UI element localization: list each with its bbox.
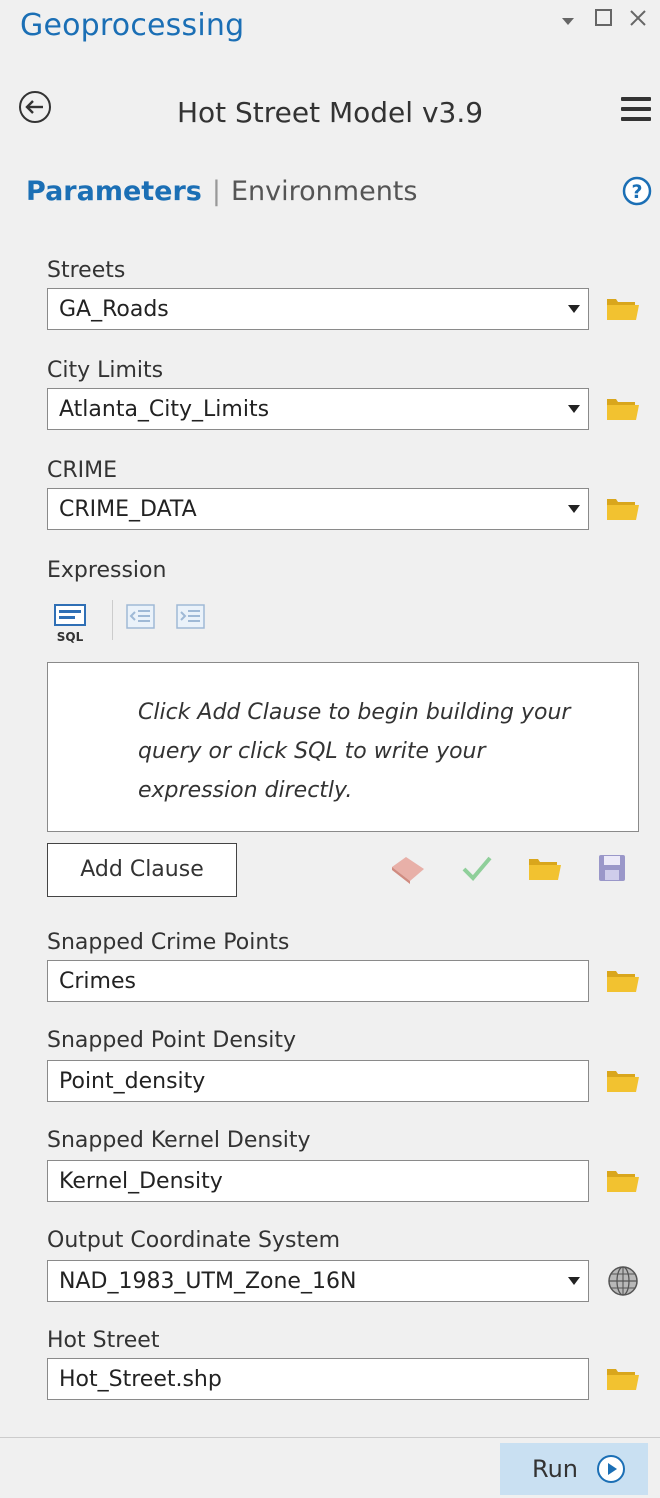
sql-label: SQL <box>57 630 84 644</box>
chevron-down-icon[interactable] <box>568 405 580 413</box>
run-button[interactable]: Run <box>500 1443 648 1495</box>
chevron-down-icon[interactable] <box>568 505 580 513</box>
crime-label: CRIME <box>47 458 118 483</box>
indent-icon[interactable] <box>176 604 206 630</box>
city-limits-dropdown[interactable]: Atlanta_City_Limits <box>47 388 589 430</box>
output-coordinate-system-value: NAD_1983_UTM_Zone_16N <box>59 1269 357 1294</box>
tab-environments[interactable]: Environments <box>231 176 417 207</box>
snapped-point-density-label: Snapped Point Density <box>47 1028 297 1053</box>
snapped-crime-points-input[interactable]: Crimes <box>47 960 589 1002</box>
streets-value: GA_Roads <box>59 297 169 322</box>
expression-label: Expression <box>47 558 167 583</box>
tab-parameters[interactable]: Parameters <box>26 176 202 207</box>
folder-icon[interactable] <box>606 968 640 994</box>
check-icon[interactable] <box>460 853 494 883</box>
folder-icon[interactable] <box>606 296 640 322</box>
dropdown-arrow-icon[interactable] <box>560 10 576 35</box>
close-icon[interactable] <box>628 8 648 34</box>
hot-street-label: Hot Street <box>47 1328 160 1353</box>
snapped-crime-points-label: Snapped Crime Points <box>47 930 290 955</box>
folder-icon[interactable] <box>606 1068 640 1094</box>
play-icon <box>596 1454 626 1484</box>
folder-icon[interactable] <box>606 396 640 422</box>
crime-dropdown[interactable]: CRIME_DATA <box>47 488 589 530</box>
tool-title: Hot Street Model v3.9 <box>176 96 484 129</box>
output-coordinate-system-dropdown[interactable]: NAD_1983_UTM_Zone_16N <box>47 1260 589 1302</box>
chevron-down-icon[interactable] <box>568 1277 580 1285</box>
sql-icon[interactable]: SQL <box>52 603 92 647</box>
globe-icon[interactable] <box>606 1264 640 1298</box>
expression-builder[interactable]: Click Add Clause to begin building your … <box>47 662 639 832</box>
folder-icon[interactable] <box>606 1366 640 1392</box>
snapped-point-density-input[interactable]: Point_density <box>47 1060 589 1102</box>
save-icon[interactable] <box>598 854 626 882</box>
snapped-kernel-density-label: Snapped Kernel Density <box>47 1128 311 1153</box>
toolbar-divider <box>112 600 113 640</box>
folder-icon[interactable] <box>606 496 640 522</box>
expression-hint: Click Add Clause to begin building your … <box>138 700 571 803</box>
snapped-kernel-density-value: Kernel_Density <box>59 1169 223 1194</box>
tab-separator: | <box>211 176 221 207</box>
help-icon[interactable]: ? <box>622 176 652 206</box>
run-label: Run <box>532 1455 579 1483</box>
maximize-icon[interactable] <box>594 8 614 34</box>
pane-title: Geoprocessing <box>20 8 245 43</box>
hamburger-menu-icon[interactable] <box>620 95 652 123</box>
crime-value: CRIME_DATA <box>59 497 197 522</box>
chevron-down-icon[interactable] <box>568 305 580 313</box>
snapped-point-density-value: Point_density <box>59 1069 206 1094</box>
folder-icon[interactable] <box>606 1168 640 1194</box>
city-limits-label: City Limits <box>47 358 164 383</box>
folder-icon[interactable] <box>528 856 562 882</box>
snapped-crime-points-value: Crimes <box>59 969 136 994</box>
outdent-icon[interactable] <box>126 604 156 630</box>
city-limits-value: Atlanta_City_Limits <box>59 397 270 422</box>
footer-divider <box>0 1437 660 1438</box>
add-clause-button[interactable]: Add Clause <box>47 843 237 897</box>
svg-text:?: ? <box>631 181 642 203</box>
output-coordinate-system-label: Output Coordinate System <box>47 1228 341 1253</box>
hot-street-input[interactable]: Hot_Street.shp <box>47 1358 589 1400</box>
snapped-kernel-density-input[interactable]: Kernel_Density <box>47 1160 589 1202</box>
eraser-icon[interactable] <box>388 853 428 885</box>
hot-street-value: Hot_Street.shp <box>59 1367 222 1392</box>
streets-dropdown[interactable]: GA_Roads <box>47 288 589 330</box>
tab-bar: Parameters | Environments <box>26 176 417 207</box>
streets-label: Streets <box>47 258 126 283</box>
